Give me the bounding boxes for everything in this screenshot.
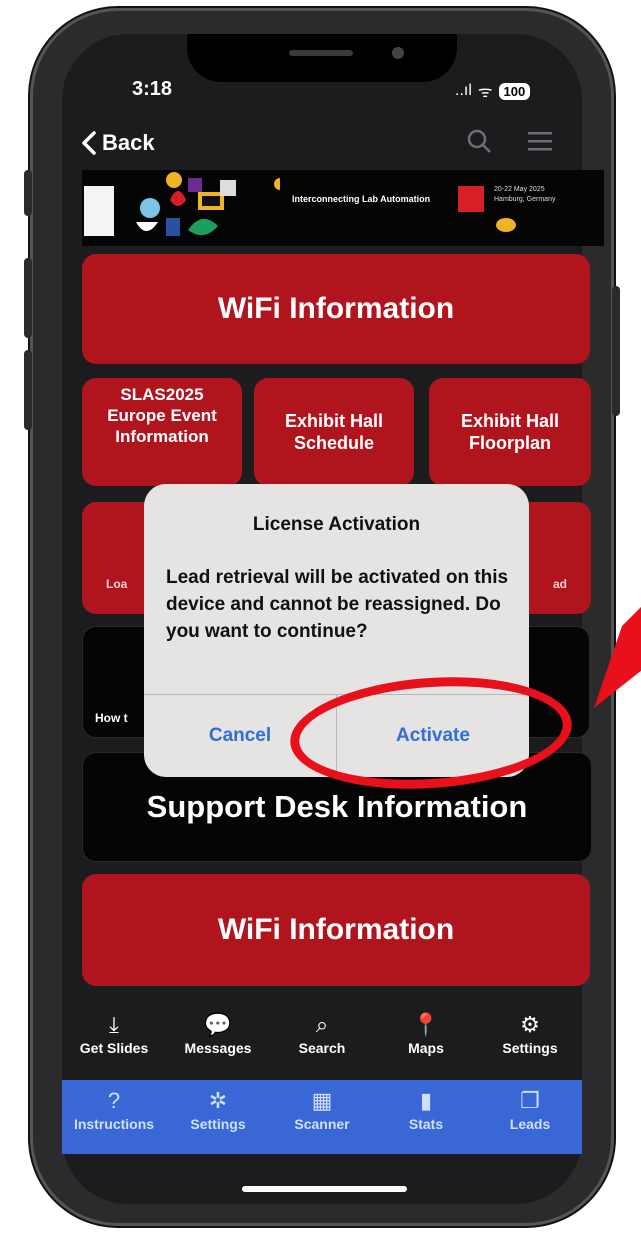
- map-pin-icon: 📍: [412, 1012, 440, 1037]
- tab-label: Scanner: [294, 1116, 350, 1132]
- bar-chart-icon: ▮: [419, 1088, 433, 1113]
- notch: [187, 34, 457, 82]
- tile-label: Support Desk Information: [146, 789, 528, 824]
- signal-icon: ..ıl: [455, 82, 472, 99]
- status-indicators: ..ıl ᯤ 100: [455, 80, 531, 102]
- dialog-message: Lead retrieval will be activated on this…: [166, 567, 509, 642]
- menu-icon[interactable]: [528, 128, 552, 159]
- tab-messages[interactable]: 💬 Messages: [166, 1012, 270, 1056]
- side-button-mute: [24, 170, 32, 216]
- side-button-volume-down: [24, 350, 32, 430]
- tab-leads[interactable]: ❐ Leads: [478, 1088, 582, 1132]
- secondary-tab-bar: ? Instructions ✲ Settings ▦ Scanner ▮ St…: [62, 1080, 582, 1154]
- primary-tab-bar: ⤓ Get Slides 💬 Messages ⌕ Search 📍 Maps …: [62, 1002, 582, 1080]
- exhibit-hall-schedule-tile[interactable]: Exhibit Hall Schedule: [254, 378, 414, 486]
- leads-icon: ❐: [520, 1088, 540, 1113]
- banner-yellow-dot: [496, 218, 516, 232]
- event-banner: Interconnecting Lab Automation 20-22 May…: [82, 170, 604, 246]
- wifi-icon: ᯤ: [477, 84, 493, 101]
- tile-label: ad: [552, 577, 567, 591]
- tab-label: Leads: [509, 1116, 551, 1132]
- tile-label: WiFi Information: [217, 292, 455, 325]
- tab-search[interactable]: ⌕ Search: [270, 1012, 374, 1056]
- speaker-grille: [289, 50, 353, 56]
- side-button-power: [612, 286, 620, 416]
- tab-label: Stats: [408, 1116, 444, 1132]
- tab-label: Search: [298, 1040, 346, 1056]
- status-time: 3:18: [132, 78, 173, 100]
- gears-icon: ⚙: [520, 1012, 540, 1037]
- tab-settings-primary[interactable]: ⚙ Settings: [478, 1012, 582, 1056]
- back-button[interactable]: Back: [82, 130, 155, 156]
- tab-label: Messages: [184, 1040, 252, 1056]
- tile-label: SLAS2025 Europe Event Information: [107, 385, 217, 446]
- tab-stats[interactable]: ▮ Stats: [374, 1088, 478, 1132]
- navigation-bar: Back: [62, 120, 582, 170]
- tile-label: Exhibit Hall Schedule: [284, 411, 383, 453]
- side-button-volume-up: [24, 258, 32, 338]
- tab-scanner[interactable]: ▦ Scanner: [270, 1088, 374, 1132]
- gear-icon: ✲: [208, 1088, 228, 1113]
- tile-label: Loa: [106, 577, 128, 591]
- banner-art: [136, 172, 280, 236]
- tile-label: Exhibit Hall Floorplan: [460, 411, 559, 453]
- tab-maps[interactable]: 📍 Maps: [374, 1012, 478, 1056]
- tile-label: WiFi Information: [217, 913, 455, 946]
- back-label: Back: [102, 130, 155, 155]
- slas-logo: [84, 186, 114, 236]
- home-indicator[interactable]: [242, 1186, 407, 1192]
- slas-event-information-tile[interactable]: SLAS2025 Europe Event Information: [82, 378, 242, 486]
- banner-dates: 20-22 May 2025: [494, 186, 545, 193]
- tile-label: How t: [95, 711, 128, 725]
- exhibit-hall-floorplan-tile[interactable]: Exhibit Hall Floorplan: [429, 378, 591, 486]
- tab-label: Maps: [408, 1040, 444, 1056]
- tab-settings-secondary[interactable]: ✲ Settings: [166, 1088, 270, 1132]
- banner-red-square: [458, 186, 484, 212]
- annotation-arrow: [594, 607, 641, 708]
- download-icon: ⤓: [109, 1012, 119, 1037]
- chevron-left-icon: [82, 131, 96, 155]
- messages-icon: 💬: [204, 1012, 232, 1037]
- search-icon: ⌕: [315, 1012, 329, 1037]
- tab-label: Instructions: [73, 1116, 155, 1132]
- question-icon: ?: [107, 1088, 121, 1113]
- tab-instructions[interactable]: ? Instructions: [62, 1088, 166, 1132]
- tab-label: Settings: [502, 1040, 558, 1056]
- wifi-information-tile-bottom[interactable]: WiFi Information: [82, 874, 590, 986]
- search-icon[interactable]: [466, 128, 492, 161]
- tab-label: Settings: [190, 1116, 246, 1132]
- tab-get-slides[interactable]: ⤓ Get Slides: [62, 1012, 166, 1056]
- dialog-title: License Activation: [252, 514, 421, 535]
- banner-headline: Interconnecting Lab Automation: [292, 194, 431, 204]
- banner-location: Hamburg, Germany: [494, 196, 556, 203]
- wifi-information-tile-top[interactable]: WiFi Information: [82, 254, 590, 364]
- qr-icon: ▦: [311, 1088, 333, 1113]
- battery-icon: 100: [498, 82, 531, 100]
- tab-label: Get Slides: [79, 1040, 149, 1056]
- front-camera: [392, 47, 404, 59]
